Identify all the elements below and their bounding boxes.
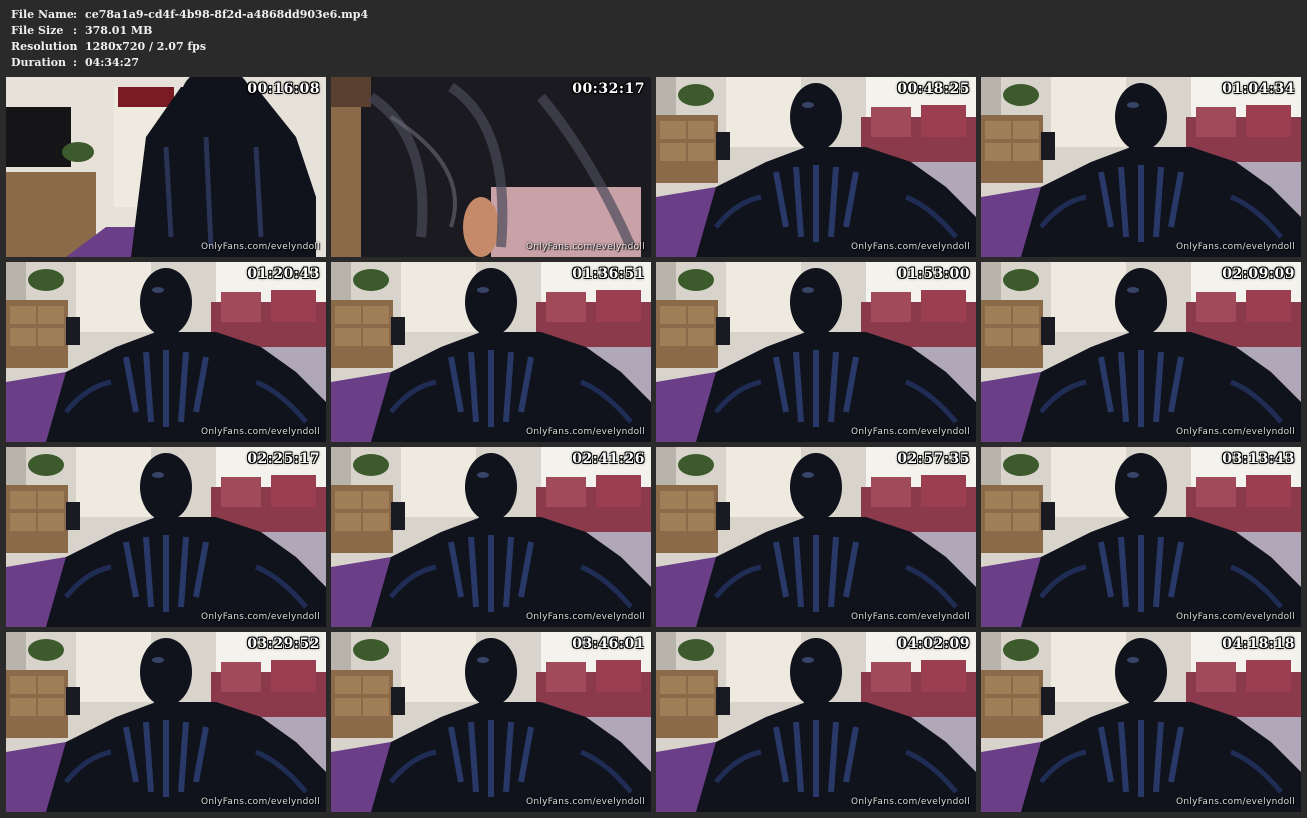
thumbnail[interactable]: 03:29:52 OnlyFans.com/evelyndoll xyxy=(6,632,326,812)
thumbnail-timestamp: 04:18:18 xyxy=(1222,636,1295,652)
thumbnail-timestamp: 02:41:26 xyxy=(572,451,645,467)
scene-image xyxy=(981,262,1301,442)
thumbnail-watermark: OnlyFans.com/evelyndoll xyxy=(850,427,970,437)
thumbnail-timestamp: 02:09:09 xyxy=(1222,266,1295,282)
thumbnail-grid: 00:16:08 OnlyFans.com/evelyndoll 00:32:17… xyxy=(6,77,1302,812)
thumbnail[interactable]: 04:18:18 OnlyFans.com/evelyndoll xyxy=(981,632,1301,812)
thumbnail-watermark: OnlyFans.com/evelyndoll xyxy=(525,242,645,252)
scene-image xyxy=(981,447,1301,627)
scene-image xyxy=(6,77,326,257)
thumbnail[interactable]: 01:20:43 OnlyFans.com/evelyndoll xyxy=(6,262,326,442)
thumbnail-watermark: OnlyFans.com/evelyndoll xyxy=(200,612,320,622)
thumbnail-timestamp: 02:25:17 xyxy=(247,451,320,467)
thumbnail-watermark: OnlyFans.com/evelyndoll xyxy=(850,612,970,622)
thumbnail-timestamp: 03:46:01 xyxy=(572,636,645,652)
scene-image xyxy=(981,77,1301,257)
separator: : xyxy=(73,24,78,37)
scene-image xyxy=(331,447,651,627)
thumbnail-watermark: OnlyFans.com/evelyndoll xyxy=(525,612,645,622)
thumbnail-timestamp: 00:16:08 xyxy=(247,81,320,97)
thumbnail[interactable]: 02:25:17 OnlyFans.com/evelyndoll xyxy=(6,447,326,627)
file-size-label: File Size xyxy=(11,24,64,37)
thumbnail-watermark: OnlyFans.com/evelyndoll xyxy=(1175,797,1295,807)
resolution-value: 1280x720 / 2.07 fps xyxy=(85,40,207,53)
file-info-panel: File Name : ce78a1a9-cd4f-4b98-8f2d-a486… xyxy=(11,7,368,71)
thumbnail[interactable]: 02:41:26 OnlyFans.com/evelyndoll xyxy=(331,447,651,627)
thumbnail[interactable]: 00:48:25 OnlyFans.com/evelyndoll xyxy=(656,77,976,257)
thumbnail[interactable]: 03:46:01 OnlyFans.com/evelyndoll xyxy=(331,632,651,812)
thumbnail[interactable]: 01:36:51 OnlyFans.com/evelyndoll xyxy=(331,262,651,442)
file-name-label: File Name xyxy=(11,8,74,21)
separator: : xyxy=(73,8,78,21)
thumbnail[interactable]: 00:16:08 OnlyFans.com/evelyndoll xyxy=(6,77,326,257)
separator: : xyxy=(73,40,78,53)
resolution-row: Resolution : 1280x720 / 2.07 fps xyxy=(11,39,368,55)
thumbnail-watermark: OnlyFans.com/evelyndoll xyxy=(525,427,645,437)
file-size-row: File Size : 378.01 MB xyxy=(11,23,368,39)
thumbnail-timestamp: 01:53:00 xyxy=(897,266,970,282)
thumbnail-watermark: OnlyFans.com/evelyndoll xyxy=(1175,427,1295,437)
thumbnail[interactable]: 02:09:09 OnlyFans.com/evelyndoll xyxy=(981,262,1301,442)
scene-image xyxy=(656,77,976,257)
duration-label: Duration xyxy=(11,56,67,69)
separator: : xyxy=(73,56,78,69)
file-size-value: 378.01 MB xyxy=(85,24,153,37)
thumbnail-watermark: OnlyFans.com/evelyndoll xyxy=(1175,242,1295,252)
scene-image xyxy=(656,262,976,442)
duration-row: Duration : 04:34:27 xyxy=(11,55,368,71)
thumbnail[interactable]: 01:04:34 OnlyFans.com/evelyndoll xyxy=(981,77,1301,257)
thumbnail-timestamp: 02:57:35 xyxy=(897,451,970,467)
scene-image xyxy=(331,77,651,257)
duration-value: 04:34:27 xyxy=(85,56,140,69)
thumbnail[interactable]: 00:32:17 OnlyFans.com/evelyndoll xyxy=(331,77,651,257)
thumbnail-timestamp: 04:02:09 xyxy=(897,636,970,652)
thumbnail[interactable]: 03:13:43 OnlyFans.com/evelyndoll xyxy=(981,447,1301,627)
thumbnail-watermark: OnlyFans.com/evelyndoll xyxy=(850,242,970,252)
thumbnail-timestamp: 01:20:43 xyxy=(247,266,320,282)
scene-image xyxy=(6,632,326,812)
thumbnail[interactable]: 04:02:09 OnlyFans.com/evelyndoll xyxy=(656,632,976,812)
scene-image xyxy=(981,632,1301,812)
thumbnail-timestamp: 00:32:17 xyxy=(572,81,645,97)
thumbnail-timestamp: 01:36:51 xyxy=(572,266,645,282)
scene-image xyxy=(6,262,326,442)
thumbnail-watermark: OnlyFans.com/evelyndoll xyxy=(200,797,320,807)
thumbnail-watermark: OnlyFans.com/evelyndoll xyxy=(525,797,645,807)
thumbnail-watermark: OnlyFans.com/evelyndoll xyxy=(850,797,970,807)
thumbnail-timestamp: 03:29:52 xyxy=(247,636,320,652)
file-name-row: File Name : ce78a1a9-cd4f-4b98-8f2d-a486… xyxy=(11,7,368,23)
thumbnail-watermark: OnlyFans.com/evelyndoll xyxy=(200,427,320,437)
thumbnail-timestamp: 03:13:43 xyxy=(1222,451,1295,467)
thumbnail-timestamp: 00:48:25 xyxy=(897,81,970,97)
scene-image xyxy=(656,632,976,812)
file-name-value: ce78a1a9-cd4f-4b98-8f2d-a4868dd903e6.mp4 xyxy=(85,8,369,21)
thumbnail[interactable]: 02:57:35 OnlyFans.com/evelyndoll xyxy=(656,447,976,627)
scene-image xyxy=(6,447,326,627)
resolution-label: Resolution xyxy=(11,40,78,53)
scene-image xyxy=(331,262,651,442)
thumbnail-watermark: OnlyFans.com/evelyndoll xyxy=(200,242,320,252)
thumbnail-watermark: OnlyFans.com/evelyndoll xyxy=(1175,612,1295,622)
thumbnail-timestamp: 01:04:34 xyxy=(1222,81,1295,97)
scene-image xyxy=(331,632,651,812)
scene-image xyxy=(656,447,976,627)
thumbnail[interactable]: 01:53:00 OnlyFans.com/evelyndoll xyxy=(656,262,976,442)
